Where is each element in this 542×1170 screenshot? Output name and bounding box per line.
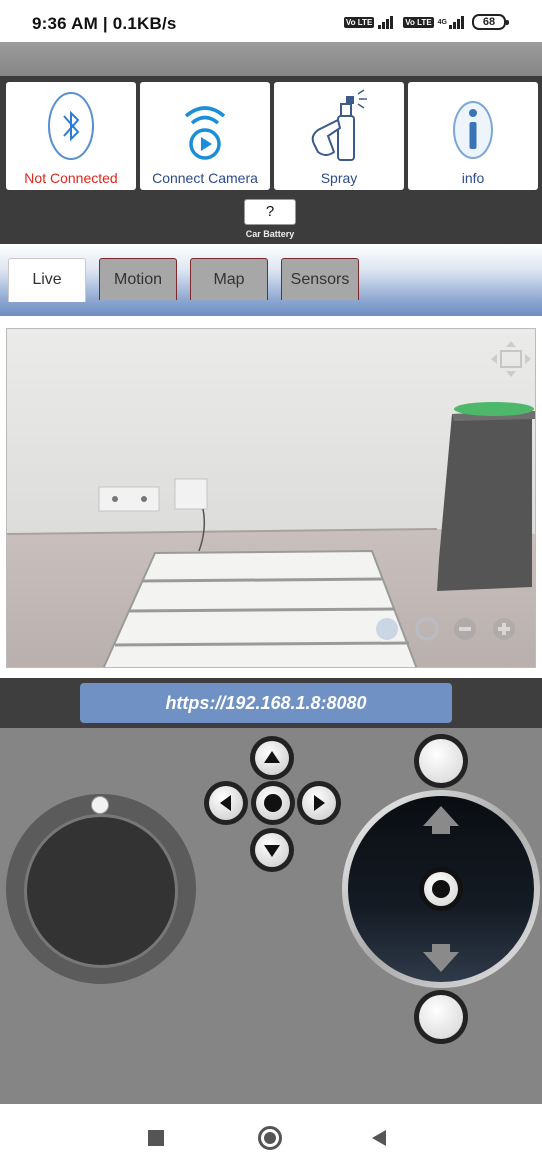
dpad-right-button[interactable] (297, 781, 341, 825)
throttle-down-face (419, 995, 463, 1039)
status-icons: Vo LTE Vo LTE 4G 68 (343, 14, 509, 30)
recent-apps-button[interactable] (148, 1130, 164, 1146)
arrow-down-icon (264, 845, 280, 857)
stop-dot-icon (264, 794, 282, 812)
joystick-base (24, 814, 178, 968)
live-camera-feed[interactable] (6, 328, 536, 668)
camera-url: https://192.168.1.8:8080 (80, 683, 452, 723)
arrow-right-icon (314, 795, 325, 811)
connection-status-label: Not Connected (24, 170, 118, 186)
info-label: info (461, 170, 485, 186)
bluetooth-connect-button[interactable]: Not Connected (6, 82, 136, 190)
url-panel: https://192.168.1.8:8080 (0, 678, 542, 728)
app-screen: 9:36 AM | 0.1KB/s Vo LTE Vo LTE 4G 68 No… (0, 0, 542, 1170)
joystick-knob[interactable] (91, 796, 109, 814)
signal-sim2-icon (449, 15, 464, 29)
top-panel: Not Connected Connect Camera Spray info … (0, 76, 542, 244)
wifi-camera-icon (184, 106, 226, 160)
camera-image (7, 329, 535, 667)
tab-live[interactable]: Live (8, 258, 86, 302)
controls-panel (0, 728, 542, 1104)
tab-motion[interactable]: Motion (99, 258, 177, 300)
home-dot-icon (264, 1132, 276, 1144)
dpad-up-button[interactable] (250, 736, 294, 780)
camera-panel (0, 316, 542, 678)
connect-camera-button[interactable]: Connect Camera (140, 82, 270, 190)
arrow-up-icon (264, 751, 280, 763)
throttle-center-button[interactable] (419, 867, 463, 911)
status-bar: 9:36 AM | 0.1KB/s Vo LTE Vo LTE 4G 68 (0, 0, 542, 42)
back-button[interactable] (370, 1129, 388, 1147)
tab-map[interactable]: Map (190, 258, 268, 300)
dpad-center-button[interactable] (251, 781, 295, 825)
car-battery-label: Car Battery (245, 229, 295, 239)
volte-badge-sim2: Vo LTE (403, 16, 434, 28)
arrow-left-icon (220, 795, 231, 811)
bluetooth-icon (48, 92, 94, 160)
dpad-down-button[interactable] (250, 828, 294, 872)
battery-level: 68 (482, 16, 496, 28)
network-type: 4G (437, 18, 447, 26)
spray-button[interactable]: Spray (274, 82, 404, 190)
home-button[interactable] (258, 1126, 282, 1150)
throttle-pad-face (348, 796, 534, 982)
tab-bar: Live Motion Map Sensors (0, 244, 542, 316)
info-icon (453, 101, 493, 159)
car-battery-value: ? (244, 199, 296, 225)
system-nav-bar (0, 1104, 542, 1170)
throttle-up-face (419, 739, 463, 783)
tab-sensors[interactable]: Sensors (281, 258, 359, 300)
signal-sim1-icon (378, 15, 394, 29)
spray-icon (311, 89, 367, 161)
throttle-pad[interactable] (342, 790, 540, 988)
throttle-down-button[interactable] (414, 990, 468, 1044)
dpad-left-button[interactable] (204, 781, 248, 825)
left-joystick[interactable] (6, 794, 196, 984)
app-title-strip (0, 42, 542, 76)
volte-badge-sim1: Vo LTE (343, 16, 375, 28)
battery-icon: 68 (472, 14, 509, 30)
throttle-up-button[interactable] (414, 734, 468, 788)
info-button[interactable]: info (408, 82, 538, 190)
throttle-center-dot (432, 880, 450, 898)
status-time: 9:36 AM | 0.1KB/s (32, 14, 177, 33)
connect-camera-label: Connect Camera (152, 170, 258, 186)
spray-label: Spray (320, 170, 358, 186)
